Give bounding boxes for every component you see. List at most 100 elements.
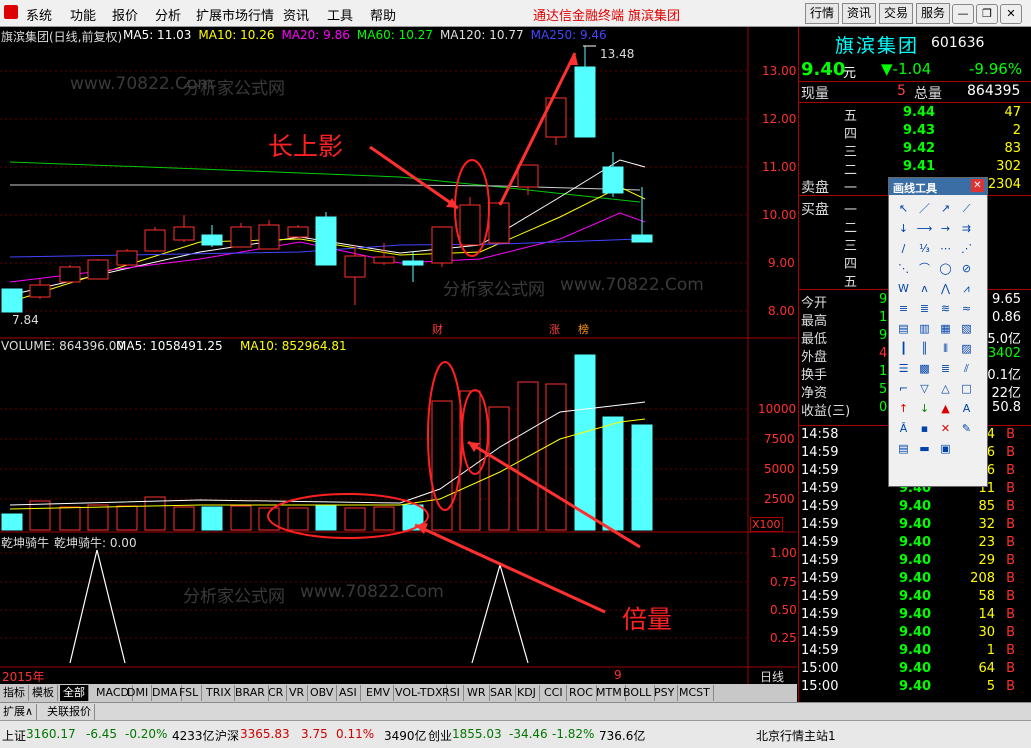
triangle-icon[interactable]: △ — [935, 379, 956, 399]
indicator-tab[interactable]: 指标 — [0, 685, 29, 701]
up-arrow-icon[interactable]: ↑ — [893, 399, 914, 419]
ladder3-icon[interactable]: ≣ — [935, 359, 956, 379]
buy-level[interactable]: 一 — [844, 199, 857, 218]
quote-button[interactable]: 行情 — [805, 3, 839, 24]
wave3-icon[interactable]: ⋀ — [935, 279, 956, 299]
ladder-icon[interactable]: ☰ — [893, 359, 914, 379]
bars4-icon[interactable]: ▨ — [956, 339, 977, 359]
sell-order-row[interactable]: 四 9.43 2 — [799, 123, 1025, 142]
indicator-tab[interactable]: 全部 — [60, 685, 89, 701]
indicator-tab[interactable]: VR — [286, 685, 309, 701]
fan-icon[interactable]: ⋰ — [956, 239, 977, 259]
g-icon[interactable]: ≈ — [956, 299, 977, 319]
fib-icon[interactable]: ⅓ — [914, 239, 935, 259]
indicator-tab[interactable]: PSY — [651, 685, 679, 701]
restore-icon[interactable]: ❐ — [976, 4, 998, 24]
cursor-icon[interactable]: ↖ — [893, 199, 914, 219]
arc-icon[interactable]: ⌒ — [914, 259, 935, 279]
grid3-icon[interactable]: ▦ — [935, 319, 956, 339]
photo-icon[interactable]: ▣ — [935, 439, 956, 459]
menu-extended-market[interactable]: 扩展市场行情 — [196, 5, 274, 24]
gray-box-icon[interactable]: ▪ — [914, 419, 935, 439]
finance-marker[interactable]: 财 — [432, 321, 443, 337]
indicator-tab[interactable]: OBV — [307, 685, 338, 701]
circle-icon[interactable]: ◯ — [935, 259, 956, 279]
down-arrow-icon[interactable]: ↓ — [914, 399, 935, 419]
text-icon[interactable]: A — [956, 399, 977, 419]
dash-icon[interactable]: ⋱ — [893, 259, 914, 279]
hline-icon[interactable]: ⟶ — [914, 219, 935, 239]
limit-up-marker[interactable]: 涨 — [549, 321, 560, 337]
trend-icon[interactable]: ∕ — [893, 239, 914, 259]
indicator-tab[interactable]: SAR — [487, 685, 517, 701]
chart-area[interactable]: 旗滨集团(日线,前复权) MA5: 11.03 MA10: 10.26 MA20: … — [0, 27, 797, 684]
bars1-icon[interactable]: ┃ — [893, 339, 914, 359]
indicator-tab[interactable]: 模板 — [29, 685, 58, 701]
indicator-tab[interactable]: WR — [464, 685, 490, 701]
list-marker[interactable]: 榜 — [578, 321, 589, 337]
menu-system[interactable]: 系统 — [26, 5, 52, 24]
arrow-line-icon[interactable]: → — [935, 219, 956, 239]
list-icon[interactable]: ▤ — [893, 439, 914, 459]
menu-function[interactable]: 功能 — [70, 5, 96, 24]
menu-tools[interactable]: 工具 — [327, 5, 353, 24]
related-quote-tab[interactable]: 关联报价 — [44, 704, 95, 720]
wave2-icon[interactable]: ʌ — [914, 279, 935, 299]
menu-analysis[interactable]: 分析 — [155, 5, 181, 24]
drawing-tool-window[interactable]: 画线工具 ✕ ↖ ／ ↗ ⟋↓ ⟶ → ⇉∕ ⅓ ⋯ ⋰⋱ ⌒ ◯ ⊘W ʌ ⋀ ⩘≡ ≣ ≋ ≈▤ ▥ ▦ ▧┃ ║ ⦀ ▨☰… — [888, 177, 988, 487]
indicator-tab[interactable]: KDJ — [514, 685, 540, 701]
channel-icon[interactable]: ⋯ — [935, 239, 956, 259]
note-icon[interactable]: ✎ — [956, 419, 977, 439]
sell-order-row[interactable]: 二 9.41 302 — [799, 159, 1025, 178]
text-a-icon[interactable]: Ā — [893, 419, 914, 439]
gp-icon[interactable]: ≡ — [893, 299, 914, 319]
gp2-icon[interactable]: ≣ — [914, 299, 935, 319]
indicator-tab[interactable]: ASI — [336, 685, 361, 701]
indicator-tab[interactable]: BOLL — [620, 685, 656, 701]
period-label[interactable]: 日线 — [760, 668, 784, 685]
line-icon[interactable]: ／ — [914, 199, 935, 219]
delete-icon[interactable]: ✕ — [935, 419, 956, 439]
up-red-icon[interactable]: ▲ — [935, 399, 956, 419]
menu-news[interactable]: 资讯 — [283, 5, 309, 24]
vline-icon[interactable]: ↓ — [893, 219, 914, 239]
indicator-tab[interactable]: TRIX — [203, 685, 236, 701]
bars3-icon[interactable]: ⦀ — [935, 339, 956, 359]
wave-icon[interactable]: W — [893, 279, 914, 299]
drawing-tool-titlebar[interactable]: 画线工具 ✕ — [889, 178, 987, 195]
grid2-icon[interactable]: ▥ — [914, 319, 935, 339]
indicator-tab[interactable]: CR — [265, 685, 288, 701]
sell-order-row[interactable]: 五 9.44 47 — [799, 105, 1025, 124]
grid4-icon[interactable]: ▧ — [956, 319, 977, 339]
ladder4-icon[interactable]: ⫽ — [956, 359, 977, 379]
menu-help[interactable]: 帮助 — [370, 5, 396, 24]
wave4-icon[interactable]: ⩘ — [956, 279, 977, 299]
drawing-tool-close-icon[interactable]: ✕ — [971, 179, 984, 192]
indicator-tab[interactable]: EMV — [363, 685, 394, 701]
ruler-icon[interactable]: ▬ — [914, 439, 935, 459]
close-icon[interactable]: ✕ — [1000, 4, 1022, 24]
buy-level[interactable]: 五 — [844, 271, 857, 290]
rect-icon[interactable]: □ — [956, 379, 977, 399]
cross-circle-icon[interactable]: ⊘ — [956, 259, 977, 279]
menu-quote[interactable]: 报价 — [112, 5, 138, 24]
parallel-icon[interactable]: ⇉ — [956, 219, 977, 239]
ga-icon[interactable]: ≋ — [935, 299, 956, 319]
indicator-tab[interactable]: MCST — [676, 685, 714, 701]
triangle-down-icon[interactable]: ▽ — [914, 379, 935, 399]
indicator-tab[interactable]: CCI — [541, 685, 567, 701]
minimize-icon[interactable]: — — [952, 4, 974, 24]
indicator-tab[interactable]: DMI — [124, 685, 153, 701]
bars2-icon[interactable]: ║ — [914, 339, 935, 359]
grid1-icon[interactable]: ▤ — [893, 319, 914, 339]
news-button[interactable]: 资讯 — [842, 3, 876, 24]
trade-button[interactable]: 交易 — [879, 3, 913, 24]
ray-icon[interactable]: ↗ — [935, 199, 956, 219]
indicator-tab[interactable]: BRAR — [232, 685, 269, 701]
buy-level[interactable]: 四 — [844, 253, 857, 272]
ladder2-icon[interactable]: ▩ — [914, 359, 935, 379]
corner-icon[interactable]: ⌐ — [893, 379, 914, 399]
sell-order-row[interactable]: 三 9.42 83 — [799, 141, 1025, 160]
extend-tab[interactable]: 扩展∧ — [0, 704, 38, 720]
indicator-tab[interactable]: FSL — [176, 685, 203, 701]
